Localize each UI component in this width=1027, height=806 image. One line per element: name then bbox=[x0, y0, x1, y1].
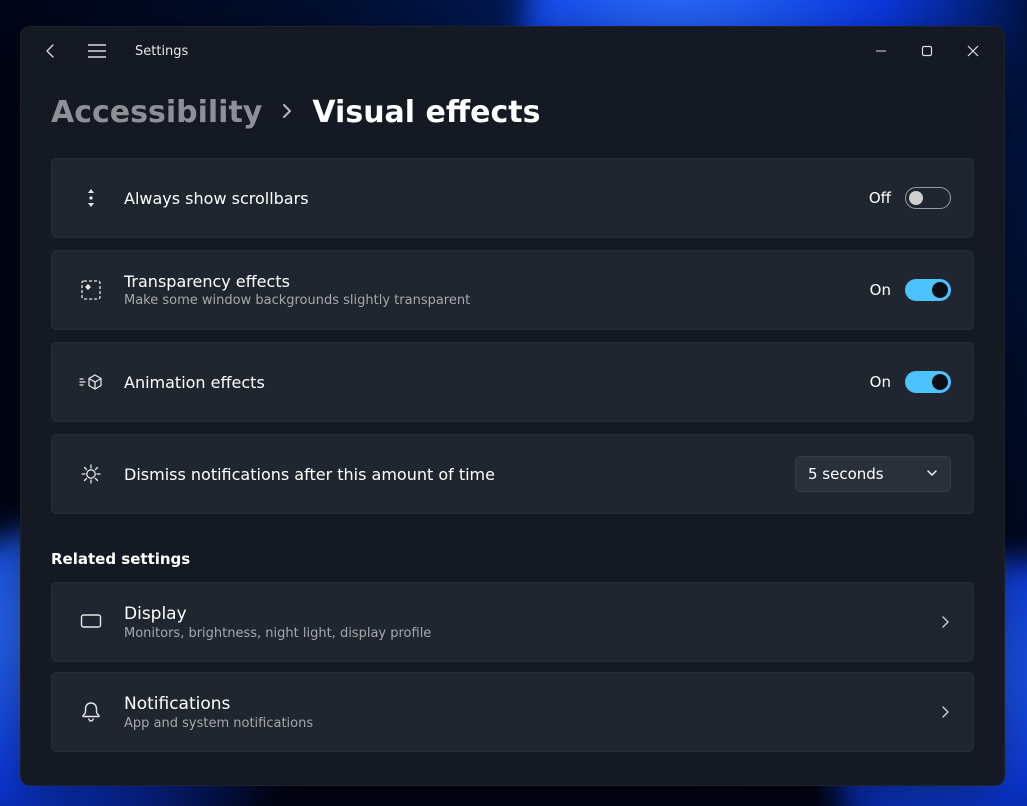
scrollbars-toggle[interactable] bbox=[905, 187, 951, 209]
notifications-icon bbox=[74, 701, 108, 723]
scrollbars-icon bbox=[74, 186, 108, 210]
animation-icon bbox=[74, 373, 108, 391]
maximize-button[interactable] bbox=[904, 34, 950, 68]
content-area: Accessibility Visual effects Always show… bbox=[21, 75, 1004, 785]
close-button[interactable] bbox=[950, 34, 996, 68]
chevron-right-icon bbox=[939, 613, 951, 632]
related-settings-heading: Related settings bbox=[51, 550, 974, 568]
toggle-value-label: On bbox=[870, 281, 891, 299]
hamburger-button[interactable] bbox=[77, 31, 117, 71]
dismiss-duration-select[interactable]: 5 seconds bbox=[795, 456, 951, 492]
chevron-right-icon bbox=[280, 103, 294, 122]
setting-scrollbars: Always show scrollbars Off bbox=[51, 158, 974, 238]
toggle-value-label: Off bbox=[869, 189, 891, 207]
navcard-title: Notifications bbox=[124, 694, 939, 714]
related-display[interactable]: Display Monitors, brightness, night ligh… bbox=[51, 582, 974, 662]
select-value: 5 seconds bbox=[808, 465, 884, 483]
breadcrumb-parent[interactable]: Accessibility bbox=[51, 95, 262, 130]
toggle-value-label: On bbox=[870, 373, 891, 391]
transparency-icon bbox=[74, 279, 108, 301]
navcard-title: Display bbox=[124, 604, 939, 624]
setting-transparency: Transparency effects Make some window ba… bbox=[51, 250, 974, 330]
setting-title: Animation effects bbox=[124, 373, 870, 392]
chevron-right-icon bbox=[939, 703, 951, 722]
minimize-button[interactable] bbox=[858, 34, 904, 68]
related-notifications[interactable]: Notifications App and system notificatio… bbox=[51, 672, 974, 752]
app-title: Settings bbox=[135, 44, 188, 59]
chevron-down-icon bbox=[926, 465, 938, 483]
dismiss-icon bbox=[74, 462, 108, 486]
setting-title: Transparency effects bbox=[124, 272, 870, 291]
breadcrumb: Accessibility Visual effects bbox=[51, 95, 974, 130]
transparency-toggle[interactable] bbox=[905, 279, 951, 301]
titlebar: Settings bbox=[21, 27, 1004, 75]
setting-subtitle: Make some window backgrounds slightly tr… bbox=[124, 293, 870, 308]
display-icon bbox=[74, 613, 108, 631]
setting-dismiss-notifications: Dismiss notifications after this amount … bbox=[51, 434, 974, 514]
setting-animation: Animation effects On bbox=[51, 342, 974, 422]
navcard-subtitle: App and system notifications bbox=[124, 716, 939, 731]
setting-title: Dismiss notifications after this amount … bbox=[124, 465, 795, 484]
setting-title: Always show scrollbars bbox=[124, 189, 869, 208]
back-button[interactable] bbox=[31, 31, 71, 71]
animation-toggle[interactable] bbox=[905, 371, 951, 393]
navcard-subtitle: Monitors, brightness, night light, displ… bbox=[124, 626, 939, 641]
settings-window: Settings Accessibility Visual effects bbox=[20, 26, 1005, 786]
page-title: Visual effects bbox=[312, 95, 540, 130]
